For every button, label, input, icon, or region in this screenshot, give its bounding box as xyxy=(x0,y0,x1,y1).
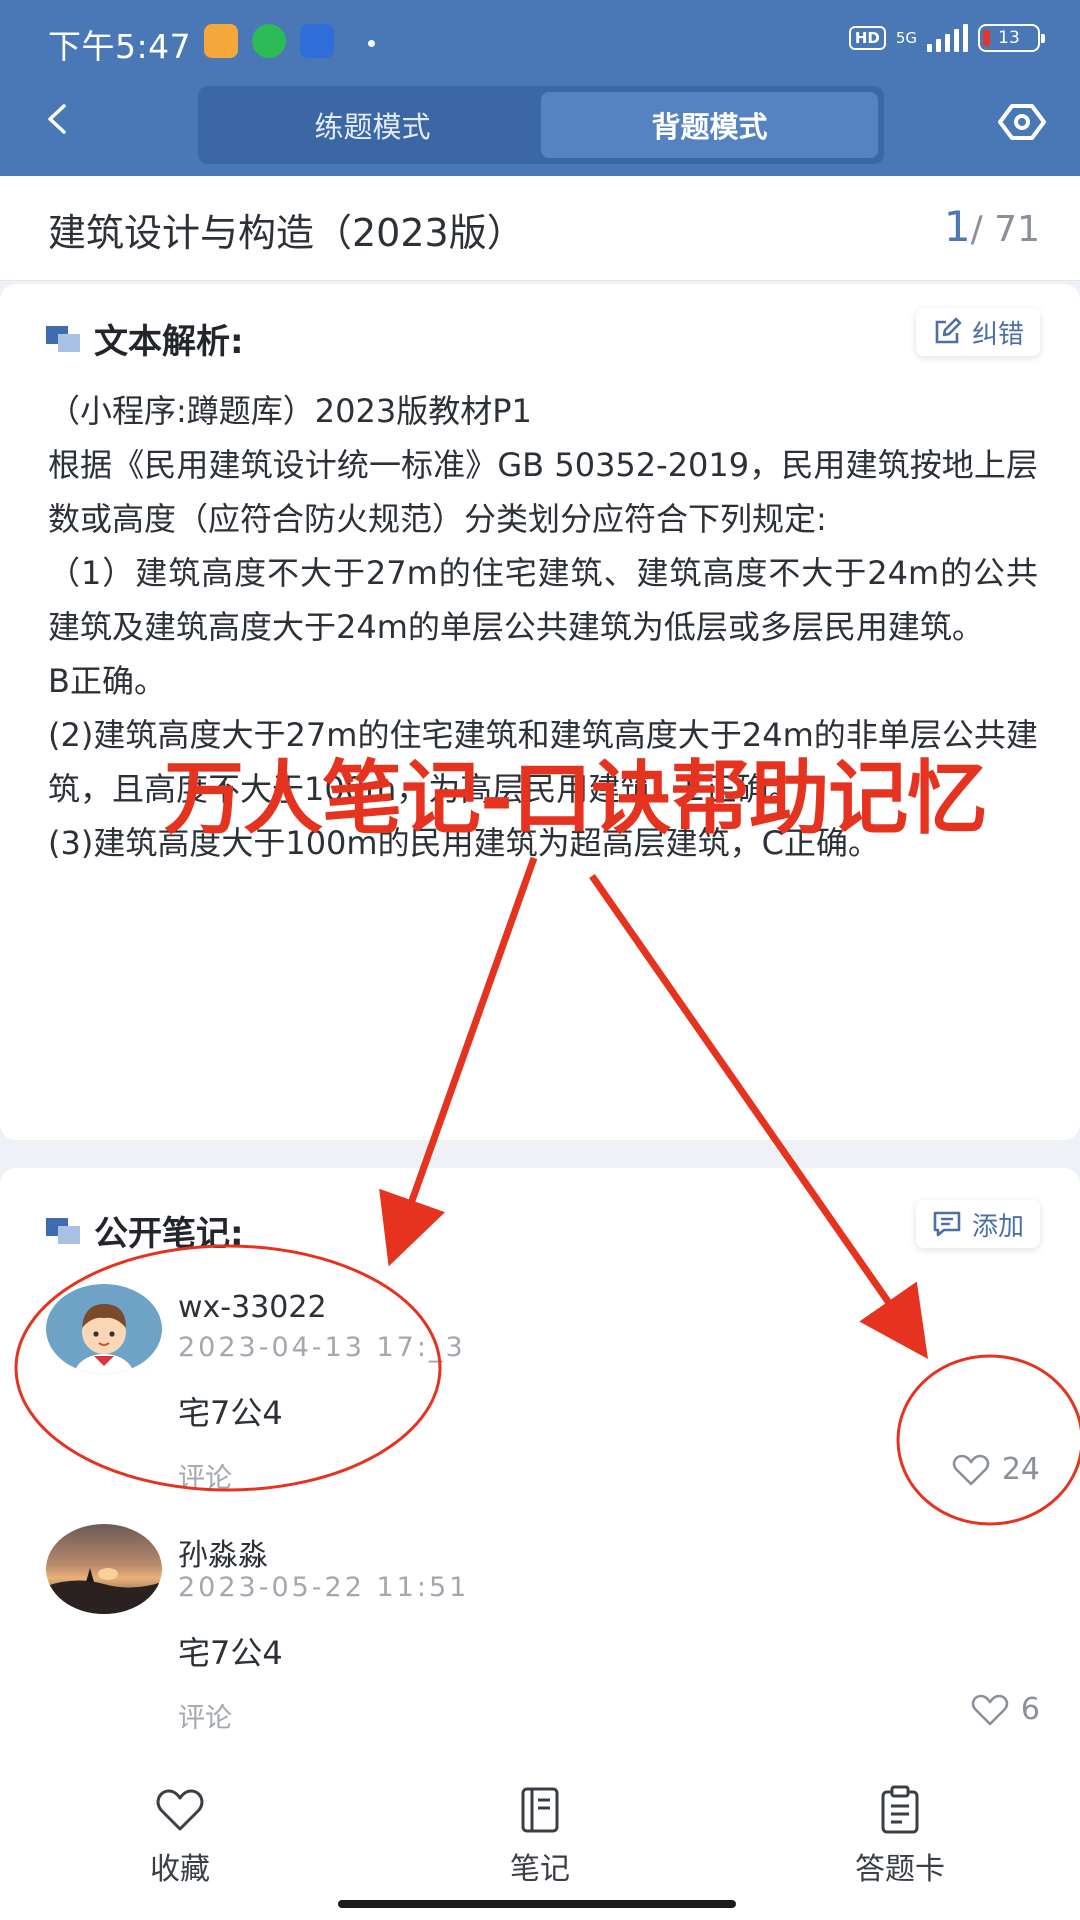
battery-level: 13 xyxy=(998,28,1020,48)
nav-notes[interactable]: 笔记 xyxy=(450,1784,630,1888)
analysis-card: 文本解析: 纠错 （小程序:蹲题库）2023版教材P1 根据《民用建筑设计统一标… xyxy=(0,284,1080,1140)
analysis-heading: 文本解析: xyxy=(94,322,244,362)
like-count: 6 xyxy=(1020,1692,1040,1727)
header-bar: 下午5:47 HD 5G 13 练题模式 背题模式 xyxy=(0,0,1080,176)
heart-icon xyxy=(952,1454,990,1485)
app-12123-icon xyxy=(300,24,334,58)
network-type: 5G xyxy=(895,29,917,47)
status-time: 下午5:47 xyxy=(48,27,192,66)
wechat-icon xyxy=(252,24,286,58)
nav-favorite[interactable]: 收藏 xyxy=(90,1784,270,1888)
section-icon xyxy=(46,1217,80,1244)
hd-badge: HD xyxy=(848,26,886,50)
correct-error-label: 纠错 xyxy=(971,319,1024,350)
back-arrow-icon[interactable] xyxy=(44,104,74,134)
heart-icon xyxy=(156,1789,204,1831)
like-button[interactable]: 24 xyxy=(952,1452,1040,1487)
like-button[interactable]: 6 xyxy=(971,1692,1040,1727)
analysis-paragraph: 根据《民用建筑设计统一标准》GB 50352-2019，民用建筑按地上层数或高度… xyxy=(48,446,1038,538)
mode-switch: 练题模式 背题模式 xyxy=(198,86,884,164)
notes-heading: 公开笔记: xyxy=(94,1214,244,1254)
note-content: 宅7公4 xyxy=(178,1394,283,1432)
question-pager[interactable]: 1/ 71 xyxy=(944,202,1040,251)
note-date: 2023-04-13 17:_3 xyxy=(178,1332,466,1363)
app-notification-icon xyxy=(204,24,238,58)
home-indicator[interactable] xyxy=(338,1900,736,1908)
nav-answer-sheet-label: 答题卡 xyxy=(855,1852,945,1887)
clipboard-icon xyxy=(881,1785,919,1834)
total-questions: / 71 xyxy=(970,209,1040,250)
notification-icons xyxy=(204,24,334,58)
comment-link[interactable]: 评论 xyxy=(178,1696,232,1735)
correct-error-button[interactable]: 纠错 xyxy=(915,308,1040,356)
note-username[interactable]: 孙淼淼 xyxy=(178,1530,268,1574)
add-note-label: 添加 xyxy=(971,1211,1024,1242)
status-bar: 下午5:47 HD 5G 13 xyxy=(0,0,1080,84)
note-content: 宅7公4 xyxy=(178,1634,283,1672)
comment-icon xyxy=(933,1211,961,1237)
edit-icon xyxy=(935,317,962,344)
analysis-paragraph: B正确。 xyxy=(48,662,166,700)
status-indicators: HD 5G 13 xyxy=(848,24,1045,52)
avatar[interactable] xyxy=(46,1524,162,1614)
battery-icon: 13 xyxy=(978,24,1045,52)
current-question-number: 1 xyxy=(943,202,971,251)
section-icon xyxy=(46,325,80,352)
more-notifications-dot xyxy=(368,40,375,47)
nav-notes-label: 笔记 xyxy=(510,1852,570,1887)
notebook-icon xyxy=(521,1787,559,1833)
notes-header: 公开笔记: xyxy=(46,1206,244,1255)
eye-icon[interactable] xyxy=(996,100,1048,144)
question-title-bar: 建筑设计与构造（2023版） 1/ 71 xyxy=(0,176,1080,281)
analysis-paragraph: （1）建筑高度不大于27m的住宅建筑、建筑高度不大于24m的公共建筑及建筑高度大… xyxy=(48,554,1038,646)
comment-link[interactable]: 评论 xyxy=(178,1456,232,1495)
add-note-button[interactable]: 添加 xyxy=(915,1200,1040,1248)
like-count: 24 xyxy=(1001,1452,1040,1487)
tab-memorize-mode[interactable]: 背题模式 xyxy=(541,92,878,158)
note-date: 2023-05-22 11:51 xyxy=(178,1572,470,1603)
analysis-paragraph: （小程序:蹲题库）2023版教材P1 xyxy=(48,392,532,430)
public-notes-card: 公开笔记: 添加 wx-33022 2023-04-13 17:_3 宅7公4 … xyxy=(0,1168,1080,1790)
annotation-caption: 万人笔记-口诀帮助记忆 xyxy=(164,752,987,845)
nav-answer-sheet[interactable]: 答题卡 xyxy=(810,1784,990,1888)
heart-icon xyxy=(971,1694,1009,1725)
bottom-nav: 收藏 笔记 答题卡 xyxy=(0,1764,1080,1920)
subject-title: 建筑设计与构造（2023版） xyxy=(48,211,525,255)
nav-favorite-label: 收藏 xyxy=(150,1852,210,1887)
signal-icon xyxy=(927,24,968,52)
avatar[interactable] xyxy=(46,1284,162,1374)
tab-practice-mode[interactable]: 练题模式 xyxy=(204,92,541,158)
analysis-header: 文本解析: xyxy=(46,314,244,363)
note-username[interactable]: wx-33022 xyxy=(178,1290,327,1325)
